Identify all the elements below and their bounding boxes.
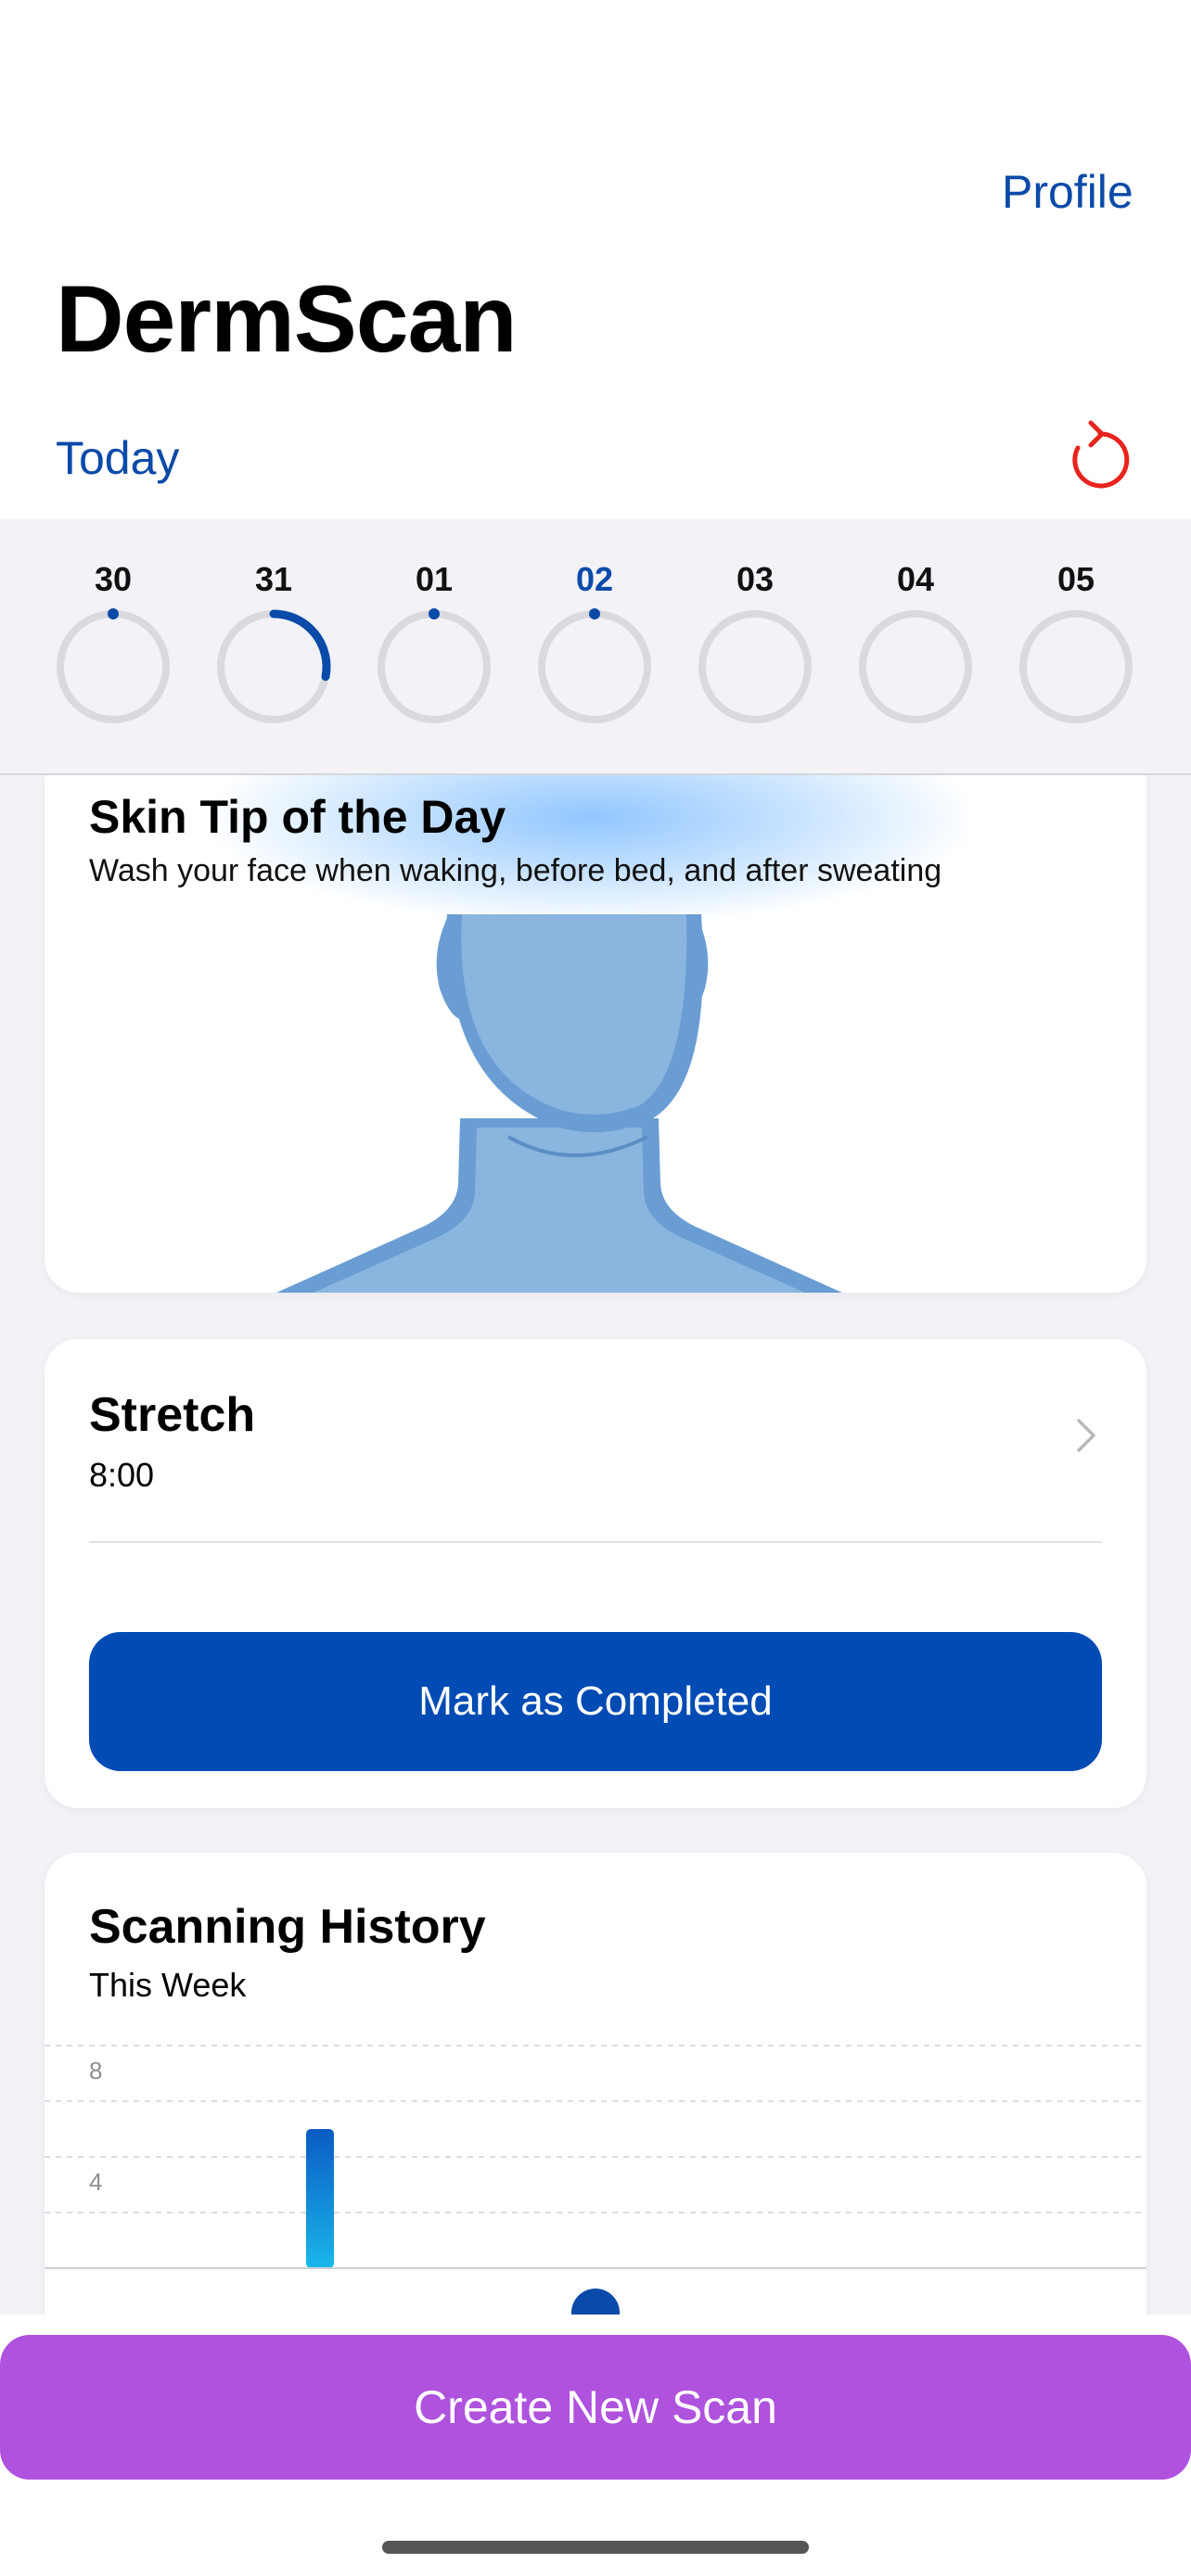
today-link[interactable]: Today bbox=[56, 431, 179, 485]
ring-track bbox=[698, 610, 812, 723]
ring-track bbox=[859, 610, 972, 723]
day-04[interactable]: 04 bbox=[855, 560, 976, 727]
ring-track bbox=[378, 610, 491, 723]
day-progress-ring bbox=[538, 608, 651, 723]
day-01[interactable]: 01 bbox=[374, 560, 494, 727]
day-label: 30 bbox=[94, 560, 133, 598]
history-chart: 84 bbox=[45, 2045, 1146, 2315]
tip-text: Wash your face when waking, before bed, … bbox=[89, 853, 942, 888]
head-illustration bbox=[276, 914, 842, 1293]
task-divider bbox=[89, 1541, 1102, 1543]
ring-dot bbox=[429, 608, 440, 619]
ring-dot bbox=[589, 608, 600, 619]
scanning-history-card: Scanning History This Week 84 bbox=[45, 1853, 1146, 2315]
ring-dot bbox=[108, 608, 119, 619]
day-label: 04 bbox=[896, 560, 935, 598]
day-progress-ring bbox=[1019, 610, 1133, 723]
tip-title: Skin Tip of the Day bbox=[89, 791, 506, 843]
task-card[interactable]: Stretch 8:00 Mark as Completed bbox=[45, 1339, 1146, 1808]
skin-tip-card: Skin Tip of the Day Wash your face when … bbox=[45, 775, 1146, 1293]
scroll-area[interactable]: Skin Tip of the Day Wash your face when … bbox=[0, 775, 1191, 2315]
app-title: DermScan bbox=[56, 266, 518, 372]
day-label: 02 bbox=[575, 560, 614, 598]
ring-track bbox=[57, 610, 170, 723]
y-tick-label: 8 bbox=[89, 2057, 102, 2085]
day-label: 05 bbox=[1057, 560, 1095, 598]
day-progress-ring bbox=[378, 608, 491, 723]
day-progress-ring bbox=[57, 608, 170, 723]
day-05[interactable]: 05 bbox=[1016, 560, 1136, 727]
ring-track bbox=[1019, 610, 1133, 723]
day-progress-ring bbox=[217, 609, 331, 723]
day-progress-ring bbox=[859, 610, 972, 723]
day-label: 31 bbox=[254, 560, 293, 598]
home-indicator bbox=[382, 2541, 809, 2554]
create-new-scan-button[interactable]: Create New Scan bbox=[0, 2335, 1191, 2480]
date-strip: 30 31 01 02 03 04 05 bbox=[0, 519, 1191, 775]
day-03[interactable]: 03 bbox=[695, 560, 815, 727]
task-time: 8:00 bbox=[89, 1456, 155, 1494]
mark-as-completed-button[interactable]: Mark as Completed bbox=[89, 1632, 1102, 1771]
ring-progress bbox=[269, 609, 331, 682]
day-30[interactable]: 30 bbox=[53, 560, 173, 727]
day-label: 03 bbox=[736, 560, 775, 598]
history-subtitle: This Week bbox=[89, 1966, 247, 2004]
refresh-icon[interactable] bbox=[1069, 419, 1132, 490]
history-bar bbox=[306, 2129, 334, 2268]
day-02[interactable]: 02 bbox=[534, 560, 655, 727]
day-31[interactable]: 31 bbox=[213, 560, 334, 727]
profile-link[interactable]: Profile bbox=[1002, 165, 1133, 219]
today-marker bbox=[571, 2289, 620, 2315]
y-tick-label: 4 bbox=[89, 2168, 102, 2196]
day-progress-ring bbox=[698, 610, 812, 723]
ring-track bbox=[538, 610, 651, 723]
task-title: Stretch bbox=[89, 1388, 256, 1442]
chevron-right-icon[interactable] bbox=[1074, 1417, 1098, 1454]
history-title: Scanning History bbox=[89, 1900, 486, 1954]
day-label: 01 bbox=[415, 560, 454, 598]
